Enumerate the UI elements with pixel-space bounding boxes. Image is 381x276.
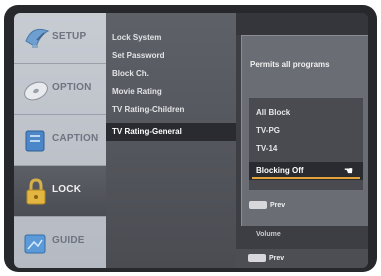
option-label: Blocking Off <box>256 166 304 175</box>
menu-item-movie-rating[interactable]: Movie Rating <box>106 83 236 101</box>
category-tabs: SETUP OPTION CAPTION LOCK GUIDE <box>14 13 106 268</box>
disc-icon <box>22 74 50 104</box>
submenu-panel: Permits all programs All Block TV-PG TV-… <box>236 13 368 268</box>
menu-item-tv-rating-children[interactable]: TV Rating-Children <box>106 101 236 119</box>
satellite-dish-icon <box>22 23 50 53</box>
lock-menu: Lock System Set Password Block Ch. Movie… <box>106 13 236 268</box>
tab-label: CAPTION <box>52 133 99 144</box>
option-blocking-off[interactable]: Blocking Off ☚ <box>249 162 363 180</box>
tab-caption[interactable]: CAPTION <box>14 115 106 166</box>
menu-item-tv-rating-general[interactable]: TV Rating-General <box>106 123 236 141</box>
prev-label: Prev <box>269 255 285 262</box>
panel-header-strip <box>236 13 368 35</box>
tab-label: SETUP <box>52 31 87 42</box>
prev-label: Prev <box>270 202 286 209</box>
option-all-block[interactable]: All Block <box>249 104 363 122</box>
tab-guide[interactable]: GUIDE <box>14 217 106 268</box>
popup-title: Permits all programs <box>250 60 330 69</box>
tab-label: OPTION <box>52 82 92 93</box>
menu-item-lock-system[interactable]: Lock System <box>106 29 236 47</box>
tab-option[interactable]: OPTION <box>14 64 106 115</box>
option-tv-14[interactable]: TV-14 <box>249 140 363 158</box>
tab-label: GUIDE <box>52 235 85 246</box>
tab-setup[interactable]: SETUP <box>14 13 106 64</box>
menu-item-block-channel[interactable]: Block Ch. <box>106 65 236 83</box>
footer-prev-button[interactable]: Prev <box>248 253 284 265</box>
osd-menu-screen: SETUP OPTION CAPTION LOCK GUIDE Lock Sys… <box>14 13 368 268</box>
remote-key-icon <box>248 254 266 263</box>
menu-item-set-password[interactable]: Set Password <box>106 47 236 65</box>
tab-lock[interactable]: LOCK <box>14 166 106 217</box>
pointer-hand-icon: ☚ <box>344 166 353 177</box>
guide-icon <box>22 227 50 257</box>
volume-label: Volume <box>256 231 281 238</box>
padlock-icon <box>22 176 50 206</box>
remote-key-icon <box>249 201 267 210</box>
popup-prev-button[interactable]: Prev <box>249 200 285 212</box>
rating-popup: Permits all programs All Block TV-PG TV-… <box>241 35 368 226</box>
rating-options-list: All Block TV-PG TV-14 Blocking Off ☚ <box>249 98 363 190</box>
option-tv-pg[interactable]: TV-PG <box>249 122 363 140</box>
footer-bar: Prev <box>236 249 368 268</box>
tab-label: LOCK <box>52 184 82 195</box>
caption-icon <box>22 125 50 155</box>
